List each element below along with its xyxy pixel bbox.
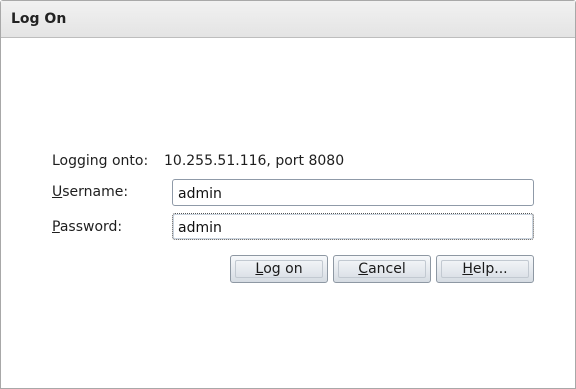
title-bar[interactable]: Log On	[1, 1, 575, 38]
password-mnemonic: P	[52, 219, 60, 235]
logging-onto-label: Logging onto:	[52, 153, 149, 169]
username-mnemonic: U	[52, 184, 63, 200]
help-mnemonic: H	[462, 261, 473, 277]
username-label-text: sername:	[62, 184, 129, 200]
username-input[interactable]	[172, 179, 534, 206]
username-label: Username:	[52, 184, 128, 200]
logon-mnemonic: L	[255, 261, 264, 277]
dialog-title: Log On	[11, 11, 67, 27]
password-label: Password:	[52, 219, 122, 235]
password-label-text: assword:	[59, 219, 123, 235]
cancel-button-label: Cancel	[338, 260, 426, 278]
cancel-mnemonic: C	[358, 261, 369, 277]
server-address: 10.255.51.116, port 8080	[164, 153, 345, 169]
password-input[interactable]	[172, 213, 534, 240]
help-button[interactable]: Help...	[436, 255, 534, 283]
logon-button-label: Log on	[235, 260, 323, 278]
logon-button[interactable]: Log on	[230, 255, 328, 283]
cancel-button[interactable]: Cancel	[333, 255, 431, 283]
help-button-label: Help...	[441, 260, 529, 278]
